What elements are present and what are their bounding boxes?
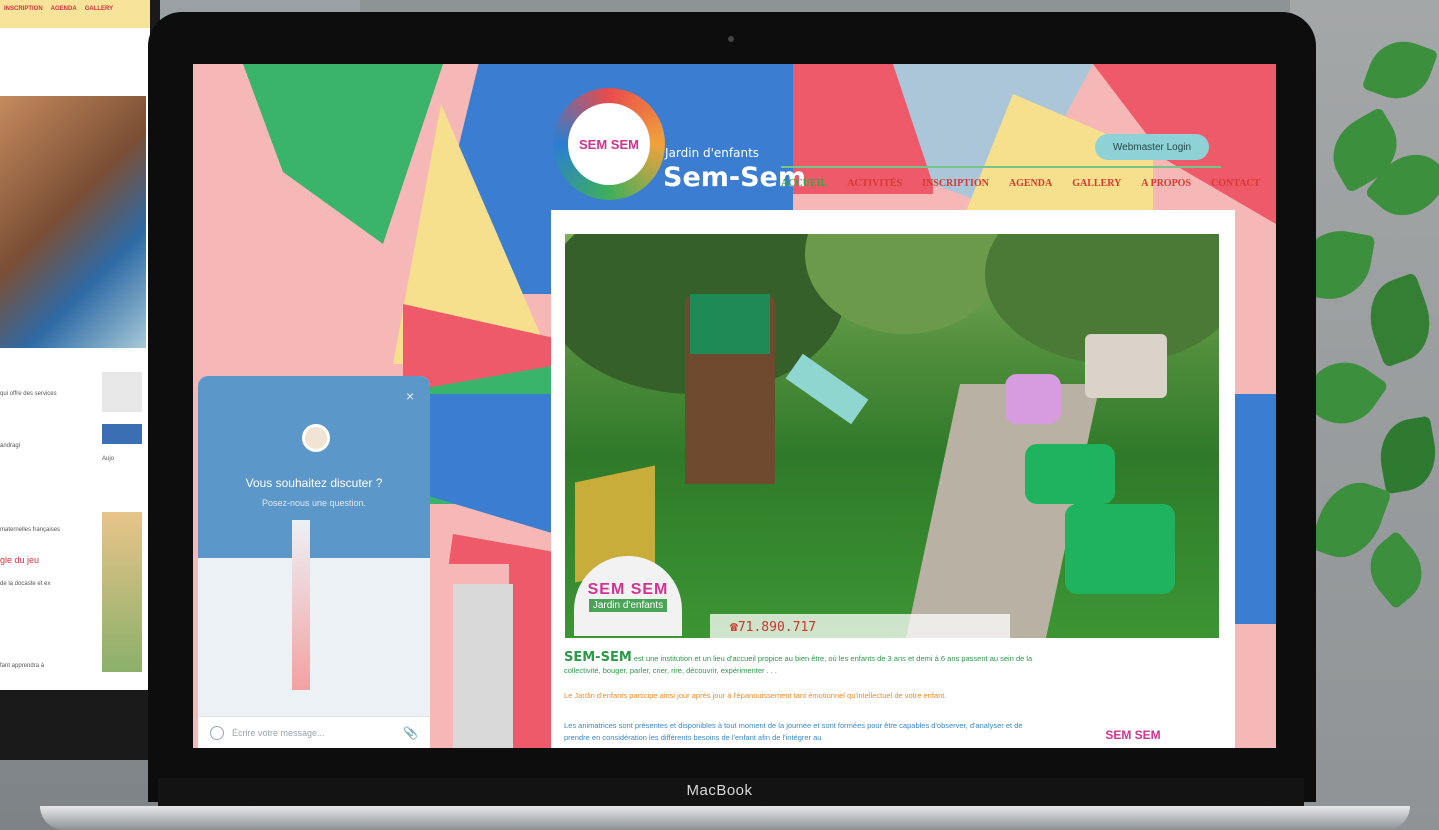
nav-item-accueil[interactable]: ACCUEIL: [781, 178, 827, 189]
toy-car: [1065, 504, 1175, 594]
emoji-icon[interactable]: [210, 725, 224, 740]
main-nav: ACCUEIL ACTIVITÉS INSCRIPTION AGENDA GAL…: [781, 178, 1260, 189]
site-logo[interactable]: SEM SEM: [553, 88, 665, 200]
background-site-nav: INSCRIPTION AGENDA GALLERY: [0, 0, 150, 28]
background-text: gle du jeu: [0, 555, 40, 565]
play-house-roof: [690, 294, 770, 354]
chat-subtitle: Posez-nous une question.: [261, 498, 367, 508]
nav-item-activites[interactable]: ACTIVITÉS: [847, 178, 902, 189]
nav-item-gallery[interactable]: GALLERY: [1072, 178, 1121, 189]
bottom-logo-text: SEM SEM: [1105, 728, 1161, 742]
toy-car: [1025, 444, 1115, 504]
toy-car: [1005, 374, 1061, 424]
background-nav-item: GALLERY: [84, 6, 114, 12]
chat-header: [198, 376, 430, 558]
phone-number[interactable]: ☎71.890.717: [710, 614, 1010, 640]
chat-title: Vous souhaitez discuter ?: [245, 476, 383, 490]
background-text: qui offre des services: [0, 391, 57, 397]
chat-scroll-indicator: [292, 520, 310, 690]
background-text: de la docaste et ex: [0, 581, 51, 587]
chat-avatar: [302, 424, 330, 452]
laptop-base: [40, 806, 1410, 830]
background-side-badge: [102, 424, 142, 444]
nav-item-agenda[interactable]: AGENDA: [1009, 178, 1052, 189]
desc-lead: SEM-SEM: [564, 650, 632, 665]
bg-shape: [1233, 394, 1276, 624]
intro-paragraph: SEM-SEM est une institution et un lieu d…: [564, 650, 1050, 677]
chat-input-bar: Écrire votre message... 📎: [198, 716, 430, 748]
small-play-house: [1085, 334, 1167, 398]
background-text: maternelles françaises: [0, 527, 61, 533]
camera-icon: [728, 36, 734, 42]
nav-item-a-propos[interactable]: A PROPOS: [1141, 178, 1191, 189]
logo-subtitle: Jardin d'enfants: [665, 146, 760, 160]
background-laptop-screen: INSCRIPTION AGENDA GALLERY qui offre des…: [0, 0, 150, 690]
photo-logo-title: SEM SEM: [587, 580, 669, 598]
background-side-logo: [102, 372, 142, 412]
close-icon[interactable]: ×: [406, 388, 414, 404]
webmaster-login-button[interactable]: Webmaster Login: [1095, 134, 1209, 160]
photo-logo-subtitle: Jardin d'enfants: [588, 598, 668, 612]
background-nav-item: AGENDA: [50, 6, 77, 12]
desc-text-3: Les animatrices sont présentes et dispon…: [564, 721, 1023, 742]
background-nav-item: INSCRIPTION: [4, 6, 43, 12]
attachment-icon[interactable]: 📎: [403, 726, 418, 740]
background-side-label: Aujo: [102, 456, 142, 480]
laptop-brand: MacBook: [686, 782, 753, 799]
nav-item-inscription[interactable]: INSCRIPTION: [922, 178, 989, 189]
logo-text: SEM SEM: [579, 136, 639, 152]
background-side-image: [102, 512, 142, 672]
background-text: fant apprendra à: [0, 663, 45, 669]
nav-divider: [781, 166, 1221, 168]
chat-message-input[interactable]: Écrire votre message...: [232, 728, 395, 738]
background-text: andragi: [0, 443, 21, 449]
desc-text-2: Le Jardin d'enfants participe ainsi jour…: [564, 691, 947, 700]
desc-text-1: est une institution et un lieu d'accueil…: [564, 654, 1033, 675]
nav-item-contact[interactable]: CONTACT: [1211, 178, 1260, 189]
background-hero-image: [0, 96, 146, 348]
slide: [785, 353, 869, 425]
bg-shape: [453, 584, 513, 748]
